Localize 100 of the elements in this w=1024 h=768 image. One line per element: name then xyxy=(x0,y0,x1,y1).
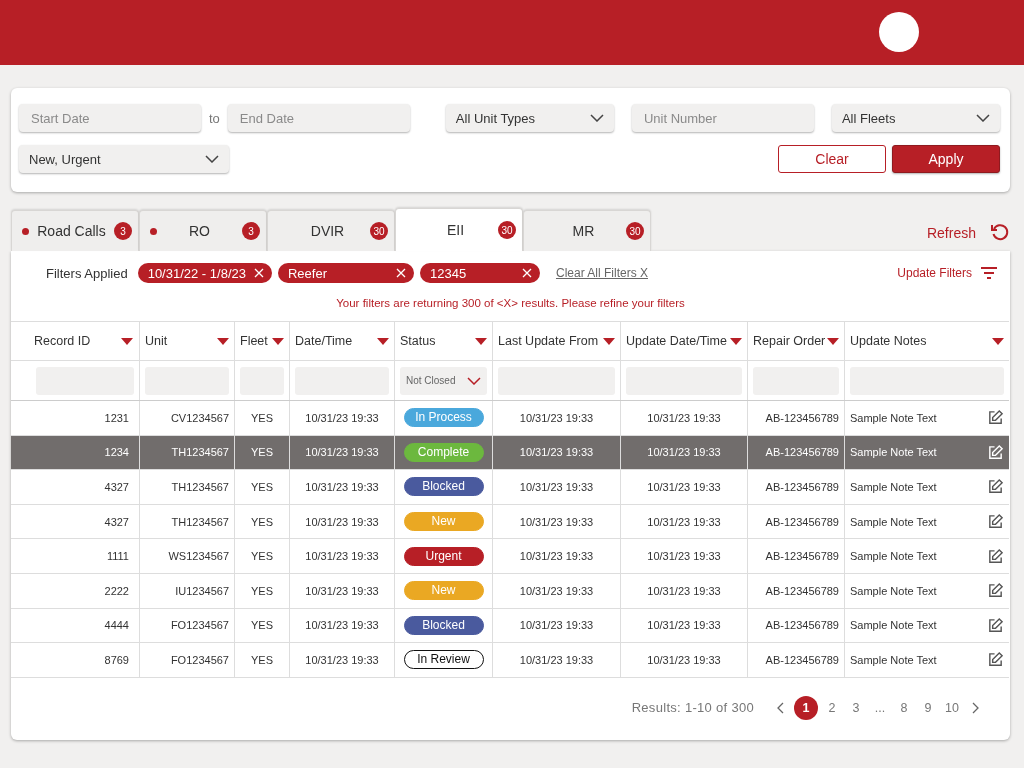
sort-icon[interactable] xyxy=(272,337,284,345)
status-dropdown[interactable]: New, Urgent xyxy=(19,145,229,173)
sort-icon[interactable] xyxy=(121,337,133,345)
close-icon[interactable] xyxy=(253,268,264,278)
column-header[interactable]: Update Notes xyxy=(844,322,1009,360)
chevron-down-icon xyxy=(205,155,219,163)
tab[interactable]: MR 30 xyxy=(523,210,651,251)
update-filters-button[interactable]: Update Filters xyxy=(897,266,972,280)
chevron-down-icon xyxy=(589,114,604,122)
close-icon[interactable] xyxy=(395,268,406,278)
table-row[interactable]: 4444 FO1234567 YES 10/31/23 19:33 Blocked 10/31/23 19:33 10/31/23 19:33 AB-123456789 Sample Note Text xyxy=(11,608,1009,644)
table-cell: 10/31/23 19:33 xyxy=(647,446,721,459)
close-icon[interactable] xyxy=(521,268,532,278)
column-header[interactable]: Unit xyxy=(139,322,234,360)
previous-page-icon[interactable] xyxy=(776,701,784,714)
sort-icon[interactable] xyxy=(217,337,229,345)
clear-button[interactable]: Clear xyxy=(778,145,886,173)
edit-icon[interactable] xyxy=(987,513,1004,531)
column-header[interactable]: Update Date/Time xyxy=(620,322,747,360)
edit-icon[interactable] xyxy=(987,478,1004,496)
table-cell: Sample Note Text xyxy=(850,481,937,493)
table-cell: 10/31/23 19:33 xyxy=(519,653,594,666)
filter-chip[interactable]: 10/31/22 - 1/8/23 xyxy=(137,263,272,283)
edit-icon[interactable] xyxy=(987,651,1004,669)
table-cell: CV1234567 xyxy=(170,411,229,424)
refresh-icon[interactable] xyxy=(990,222,1010,242)
table-cell: YES xyxy=(251,411,273,424)
table-cell: TH1234567 xyxy=(171,446,229,459)
filter-chip[interactable]: Reefer xyxy=(277,263,414,283)
table-cell: Sample Note Text xyxy=(850,619,937,632)
clear-all-filters-link[interactable]: Clear All Filters X xyxy=(555,266,648,280)
sort-icon[interactable] xyxy=(827,337,839,345)
sort-icon[interactable] xyxy=(992,337,1004,345)
column-header[interactable]: Fleet xyxy=(234,322,289,360)
page-button[interactable]: 8 xyxy=(894,695,914,720)
table-cell: 1231 xyxy=(104,411,129,424)
table-cell: AB-123456789 xyxy=(765,515,839,528)
column-header[interactable]: Date/Time xyxy=(289,322,394,360)
page-button[interactable]: 2 xyxy=(822,695,842,720)
apply-button[interactable]: Apply xyxy=(892,145,1000,173)
edit-icon[interactable] xyxy=(987,443,1004,461)
page-button[interactable]: 9 xyxy=(918,695,938,720)
status-filter-dropdown[interactable]: Not Closed xyxy=(400,366,487,395)
table-cell: 4444 xyxy=(104,619,129,632)
tab-label: RO xyxy=(188,223,211,239)
edit-icon[interactable] xyxy=(987,409,1004,427)
avatar-icon[interactable] xyxy=(879,12,919,52)
column-header[interactable]: Repair Order xyxy=(747,322,844,360)
table-cell: Sample Note Text xyxy=(850,446,937,459)
table-cell: TH1234567 xyxy=(171,481,229,493)
table-row[interactable]: 1111 WS1234567 YES 10/31/23 19:33 Urgent 10/31/23 19:33 10/31/23 19:33 AB-123456789 Sample Note Text xyxy=(11,539,1009,574)
column-header[interactable]: Record ID xyxy=(11,322,139,360)
filter-icon[interactable] xyxy=(980,266,998,280)
results-count: Results: 1-10 of 300 xyxy=(631,700,754,716)
unit-type-dropdown[interactable]: All Unit Types xyxy=(445,104,614,132)
table-row[interactable]: 2222 IU1234567 YES 10/31/23 19:33 New 10/31/23 19:33 10/31/23 19:33 AB-123456789 Sample Note Text xyxy=(11,573,1009,609)
table-row[interactable]: 1234 TH1234567 YES 10/31/23 19:33 Complete 10/31/23 19:33 10/31/23 19:33 AB-123456789 Sample Note Text xyxy=(11,435,1009,471)
filter-chip[interactable]: 12345 xyxy=(419,263,540,283)
edit-icon[interactable] xyxy=(987,547,1004,565)
sort-icon[interactable] xyxy=(730,337,742,345)
start-date-field[interactable]: Start Date xyxy=(19,104,201,132)
unit-number-field[interactable]: Unit Number xyxy=(631,104,814,132)
column-header[interactable]: Last Update From xyxy=(492,322,620,360)
tab[interactable]: RO 3 xyxy=(139,210,267,251)
sort-icon[interactable] xyxy=(377,337,389,345)
fleet-dropdown[interactable]: All Fleets xyxy=(831,104,1000,132)
page-button[interactable]: ... xyxy=(870,695,890,720)
table-cell: 10/31/23 19:33 xyxy=(519,584,594,597)
page-button[interactable]: 10 xyxy=(942,695,962,720)
table-cell: FO1234567 xyxy=(170,653,229,666)
edit-icon[interactable] xyxy=(987,582,1004,600)
table-row[interactable]: 1231 CV1234567 YES 10/31/23 19:33 In Process 10/31/23 19:33 10/31/23 19:33 AB-123456789 Sample Note Text xyxy=(11,401,1009,436)
warning-message: Your filters are returning 300 of <X> results. Please refine your filters xyxy=(336,297,685,309)
next-page-icon[interactable] xyxy=(972,701,980,714)
tab[interactable]: Road Calls 3 xyxy=(11,210,139,251)
table-cell: YES xyxy=(251,619,273,632)
page-button[interactable]: 1 xyxy=(794,695,818,720)
table-cell: 10/31/23 19:33 xyxy=(519,446,594,459)
table-cell: 10/31/23 19:33 xyxy=(305,653,379,666)
tab[interactable]: DVIR 30 xyxy=(267,210,395,251)
table-row[interactable]: 8769 FO1234567 YES 10/31/23 19:33 In Review 10/31/23 19:33 10/31/23 19:33 AB-123456789 Sample Note Text xyxy=(11,643,1009,678)
table-cell: FO1234567 xyxy=(170,619,229,632)
table-cell: 10/31/23 19:33 xyxy=(647,481,721,493)
sort-icon[interactable] xyxy=(603,337,615,345)
refresh-button[interactable]: Refresh xyxy=(926,225,976,241)
page-button[interactable]: 3 xyxy=(846,695,866,720)
tab[interactable]: EII 30 xyxy=(395,208,523,251)
table-cell: 10/31/23 19:33 xyxy=(647,584,721,597)
tab-label: DVIR xyxy=(309,223,346,239)
table-cell: AB-123456789 xyxy=(765,446,839,459)
edit-icon[interactable] xyxy=(987,616,1004,634)
sort-icon[interactable] xyxy=(475,337,487,345)
table-row[interactable]: 4327 TH1234567 YES 10/31/23 19:33 New 10/31/23 19:33 10/31/23 19:33 AB-123456789 Sample Note Text xyxy=(11,504,1009,540)
table-row[interactable]: 4327 TH1234567 YES 10/31/23 19:33 Blocked 10/31/23 19:33 10/31/23 19:33 AB-123456789 Sample Note Text xyxy=(11,470,1009,505)
table-cell: 10/31/23 19:33 xyxy=(647,411,721,424)
status-badge: New xyxy=(403,512,484,532)
table-cell: Sample Note Text xyxy=(850,411,937,424)
column-header[interactable]: Status xyxy=(394,322,492,360)
table-cell: Sample Note Text xyxy=(850,550,937,563)
end-date-field[interactable]: End Date xyxy=(227,104,410,132)
